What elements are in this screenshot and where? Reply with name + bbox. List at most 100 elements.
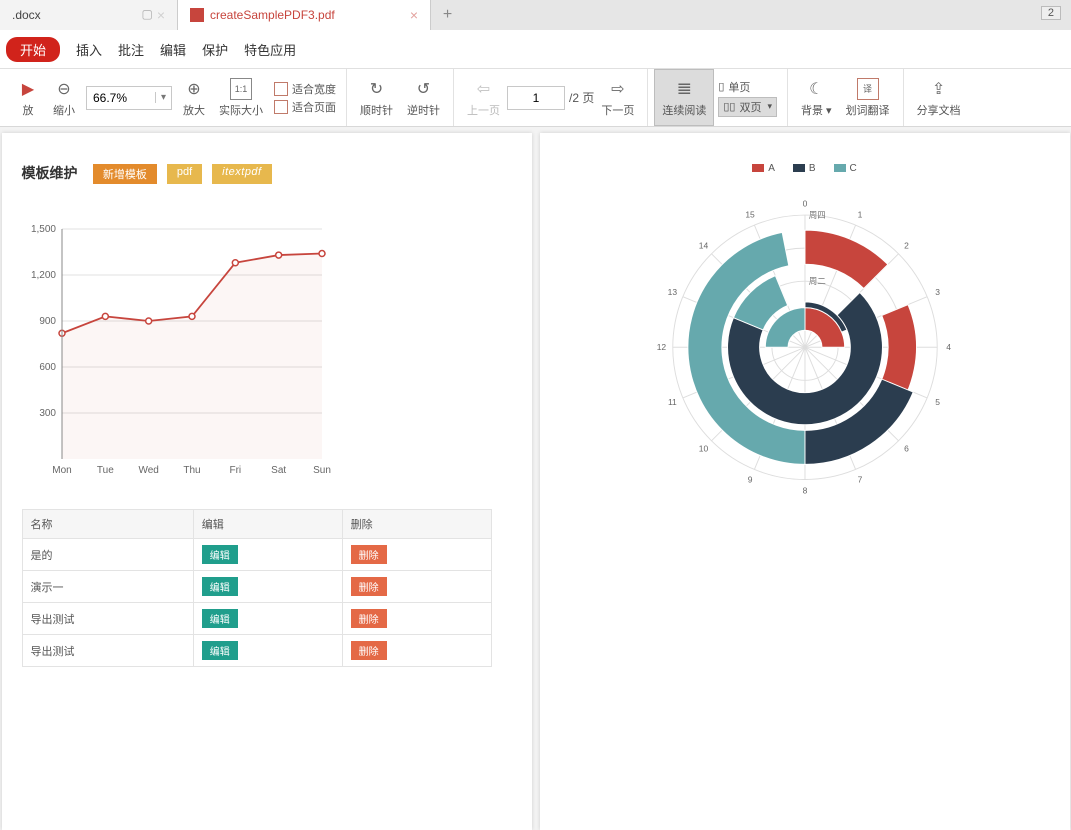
table-header: 删除 [342, 510, 491, 539]
play-button[interactable]: ▶放 [10, 69, 46, 126]
svg-text:Sat: Sat [271, 465, 286, 476]
background-button[interactable]: ☾背景 ▾ [794, 69, 839, 126]
share-button[interactable]: ⇪分享文档 [910, 69, 968, 126]
svg-text:10: 10 [698, 444, 708, 454]
chevron-down-icon[interactable]: ▾ [155, 92, 171, 103]
fit-width-icon [274, 82, 288, 96]
svg-text:300: 300 [39, 408, 56, 419]
menu-protect[interactable]: 保护 [202, 40, 228, 59]
svg-text:Thu: Thu [183, 465, 200, 476]
ribbon-toolbar: ▶放 ⊖缩小 ▾ ⊕放大 1:1实际大小 适合宽度 适合页面 ↻顺时针 ↺逆时针… [0, 69, 1071, 127]
svg-text:6: 6 [904, 444, 909, 454]
tag-pdf: pdf [167, 164, 202, 184]
double-page-button[interactable]: ▯▯双页▾ [718, 97, 777, 117]
svg-text:14: 14 [698, 241, 708, 251]
svg-text:8: 8 [802, 486, 807, 496]
zoom-select[interactable]: ▾ [86, 86, 172, 110]
zoom-in-icon: ⊕ [183, 78, 205, 100]
edit-button[interactable]: 编辑 [202, 545, 238, 564]
table-row: 导出测试编辑删除 [22, 603, 491, 635]
rotate-cw-button[interactable]: ↻顺时针 [353, 69, 400, 126]
close-icon[interactable]: × [157, 7, 165, 23]
menu-bar: 开始 插入 批注 编辑 保护 特色应用 [0, 30, 1071, 69]
play-icon: ▶ [17, 78, 39, 100]
menu-comment[interactable]: 批注 [118, 40, 144, 59]
svg-text:1: 1 [857, 209, 862, 219]
menu-start[interactable]: 开始 [6, 37, 60, 62]
chevron-down-icon[interactable]: ▾ [767, 101, 772, 112]
tab-label: .docx [12, 8, 41, 22]
table-header: 编辑 [193, 510, 342, 539]
fit-page-button[interactable]: 适合页面 [274, 99, 336, 115]
tab-pdf-active[interactable]: createSamplePDF3.pdf × [178, 0, 430, 30]
rotate-ccw-button[interactable]: ↺逆时针 [400, 69, 447, 126]
tab-docx[interactable]: .docx ▢ × [0, 0, 178, 30]
svg-text:2: 2 [904, 241, 909, 251]
moon-icon: ☾ [805, 78, 827, 100]
svg-text:13: 13 [667, 287, 677, 297]
next-page-button[interactable]: ⇨下一页 [594, 69, 641, 126]
delete-button[interactable]: 删除 [351, 641, 387, 660]
svg-text:Mon: Mon [52, 465, 71, 476]
svg-text:0: 0 [802, 199, 807, 209]
svg-text:1,500: 1,500 [30, 224, 55, 235]
svg-text:1,200: 1,200 [30, 270, 55, 281]
new-tab-button[interactable]: + [430, 0, 464, 30]
translate-button[interactable]: 译划词翻译 [839, 69, 897, 126]
zoom-input[interactable] [87, 91, 155, 105]
svg-text:7: 7 [857, 475, 862, 485]
zoom-out-button[interactable]: ⊖缩小 [46, 69, 82, 126]
single-page-button[interactable]: ▯单页 [718, 79, 777, 95]
tag-itextpdf: itextpdf [212, 164, 271, 184]
page-title: 模板维护 [22, 165, 78, 181]
tag-add-template: 新增模板 [93, 164, 157, 184]
edit-button[interactable]: 编辑 [202, 641, 238, 660]
legend-item: B [793, 163, 816, 174]
svg-text:Fri: Fri [229, 465, 241, 476]
legend-item: A [752, 163, 775, 174]
delete-button[interactable]: 删除 [351, 577, 387, 596]
zoom-in-button[interactable]: ⊕放大 [176, 69, 212, 126]
delete-button[interactable]: 删除 [351, 545, 387, 564]
zoom-out-icon: ⊖ [53, 78, 75, 100]
svg-text:周二: 周二 [808, 276, 826, 286]
edit-button[interactable]: 编辑 [202, 577, 238, 596]
prev-page-button[interactable]: ⇦上一页 [460, 69, 507, 126]
page-1: 模板维护 新增模板 pdf itextpdf 3006009001,2001,5… [2, 133, 532, 830]
menu-edit[interactable]: 编辑 [160, 40, 186, 59]
svg-text:15: 15 [745, 209, 755, 219]
table-row: 是的编辑删除 [22, 539, 491, 571]
translate-icon: 译 [857, 78, 879, 100]
page-2: ABC 0123456789101112131415周一周二周三周四 [540, 133, 1070, 830]
rotate-cw-icon: ↻ [366, 78, 388, 100]
share-icon: ⇪ [928, 78, 950, 100]
menu-special[interactable]: 特色应用 [244, 40, 296, 59]
edit-button[interactable]: 编辑 [202, 609, 238, 628]
legend-item: C [834, 163, 857, 174]
svg-text:9: 9 [747, 475, 752, 485]
polar-legend: A B C [560, 163, 1050, 174]
actual-size-button[interactable]: 1:1实际大小 [212, 69, 270, 126]
close-icon[interactable]: × [410, 7, 418, 23]
tab-label: createSamplePDF3.pdf [210, 8, 335, 22]
svg-text:900: 900 [39, 316, 56, 327]
delete-button[interactable]: 删除 [351, 609, 387, 628]
fit-width-button[interactable]: 适合宽度 [274, 81, 336, 97]
arrow-right-icon: ⇨ [607, 78, 629, 100]
table-header: 名称 [22, 510, 193, 539]
page-number-input[interactable] [507, 86, 565, 110]
svg-text:5: 5 [935, 397, 940, 407]
svg-text:周四: 周四 [808, 210, 825, 220]
continuous-reading-button[interactable]: 𝌆连续阅读 [654, 69, 714, 126]
continuous-icon: 𝌆 [673, 78, 695, 100]
menu-insert[interactable]: 插入 [76, 40, 102, 59]
minimize-icon[interactable]: ▢ [141, 7, 152, 23]
rotate-ccw-icon: ↺ [413, 78, 435, 100]
document-viewport[interactable]: 模板维护 新增模板 pdf itextpdf 3006009001,2001,5… [0, 127, 1071, 830]
svg-text:3: 3 [935, 287, 940, 297]
double-page-icon: ▯▯ [723, 100, 735, 113]
svg-text:12: 12 [656, 342, 666, 352]
open-count-badge: 2 [1041, 6, 1061, 20]
single-page-icon: ▯ [718, 80, 724, 93]
line-chart: 3006009001,2001,500MonTueWedThuFriSatSun [22, 209, 332, 489]
